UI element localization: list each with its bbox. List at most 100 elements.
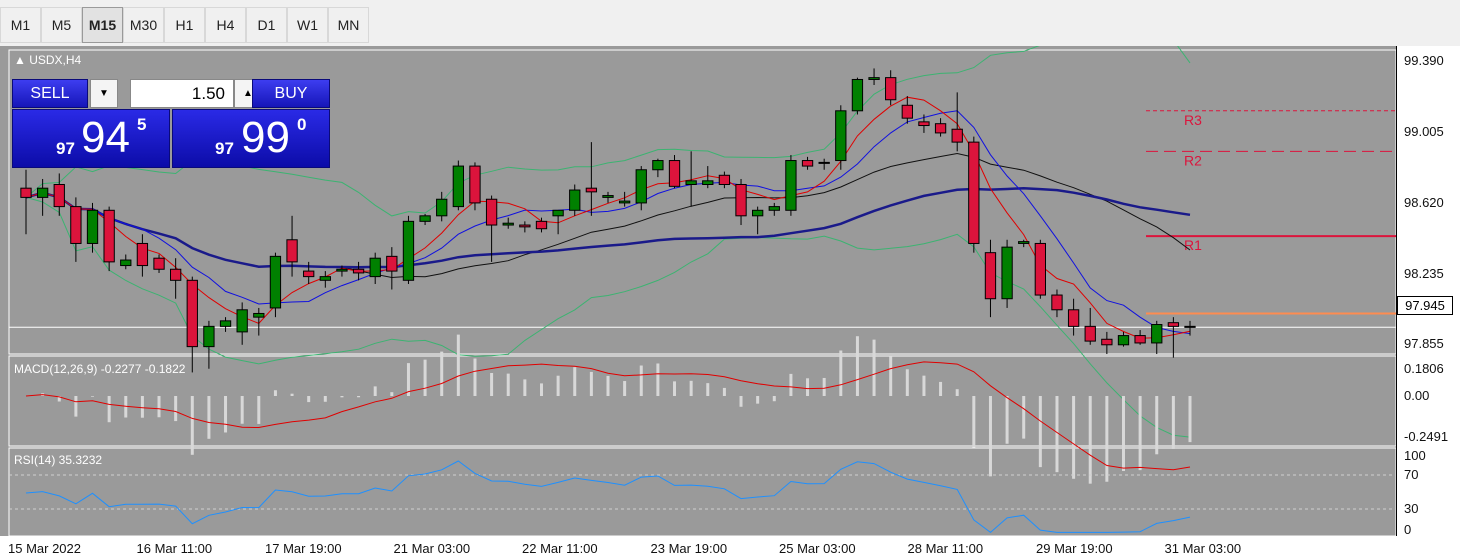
bear-candle bbox=[186, 279, 198, 348]
macd-histogram-bar bbox=[373, 386, 377, 396]
macd-histogram-bar bbox=[440, 351, 444, 396]
rsi-label: RSI(14) 35.3232 bbox=[14, 453, 103, 467]
macd-label: MACD(12,26,9) -0.2277 -0.1822 bbox=[14, 362, 186, 376]
bull-candle bbox=[652, 160, 664, 171]
macd-histogram-bar bbox=[772, 396, 776, 402]
pivot-label-r1: R1 bbox=[1184, 237, 1202, 253]
macd-histogram-bar bbox=[224, 396, 228, 433]
sell-button[interactable]: SELL bbox=[12, 79, 88, 108]
bear-candle bbox=[1084, 325, 1096, 342]
bull-candle bbox=[851, 78, 864, 112]
macd-tick: -0.2491 bbox=[1404, 429, 1449, 444]
rsi-tick: 30 bbox=[1404, 501, 1419, 516]
macd-histogram-bar bbox=[673, 381, 677, 396]
timeframe-w1[interactable]: W1 bbox=[287, 7, 328, 43]
timeframe-toolbar: M1 M5 M15 M30 H1 H4 D1 W1 MN bbox=[0, 0, 1460, 47]
timeframe-m30[interactable]: M30 bbox=[123, 7, 164, 43]
timeframe-mn[interactable]: MN bbox=[328, 7, 369, 43]
bull-candle bbox=[835, 110, 847, 162]
macd-histogram-bar bbox=[257, 396, 261, 424]
macd-histogram-bar bbox=[1038, 396, 1042, 468]
macd-histogram-bar bbox=[1022, 396, 1026, 439]
bull-candle bbox=[569, 189, 581, 211]
time-tick: 23 Mar 19:00 bbox=[650, 541, 728, 556]
timeframe-m1[interactable]: M1 bbox=[0, 7, 41, 43]
bear-candle bbox=[1167, 322, 1180, 327]
macd-histogram-bar bbox=[889, 356, 893, 396]
bull-candle bbox=[502, 222, 514, 226]
time-tick: 15 Mar 2022 bbox=[8, 541, 81, 556]
ma-black-line bbox=[25, 152, 1191, 279]
bull-candle bbox=[702, 180, 714, 185]
macd-histogram-bar bbox=[240, 396, 244, 424]
bear-candle bbox=[885, 77, 897, 101]
price-tick: 99.390 bbox=[1404, 53, 1444, 69]
macd-histogram-bar bbox=[523, 379, 527, 396]
bull-candle bbox=[618, 200, 631, 204]
bull-candle bbox=[752, 209, 764, 217]
timeframe-d1[interactable]: D1 bbox=[246, 7, 287, 43]
bull-candle bbox=[818, 161, 830, 164]
lot-size-input[interactable]: 1.50 bbox=[130, 79, 234, 108]
bear-candle bbox=[801, 160, 814, 167]
timeframe-m5[interactable]: M5 bbox=[41, 7, 82, 43]
macd-histogram-bar bbox=[473, 358, 477, 396]
bull-candle bbox=[120, 259, 132, 267]
bull-candle bbox=[253, 312, 265, 318]
bear-candle bbox=[352, 268, 365, 274]
bull-candle bbox=[785, 160, 797, 211]
pivot-label-r3: R3 bbox=[1184, 112, 1202, 128]
macd-histogram-bar bbox=[273, 390, 277, 396]
timeframe-h1[interactable]: H1 bbox=[164, 7, 205, 43]
bear-candle bbox=[519, 224, 531, 228]
macd-histogram-bar bbox=[357, 396, 361, 398]
rsi-tick: 0 bbox=[1404, 522, 1412, 537]
bear-candle bbox=[103, 209, 115, 263]
time-tick: 25 Mar 03:00 bbox=[779, 541, 856, 556]
rsi-line bbox=[25, 460, 1191, 534]
buy-price-box[interactable]: 97 99 0 bbox=[172, 109, 330, 168]
bull-candle bbox=[1018, 241, 1030, 244]
macd-histogram-bar bbox=[556, 375, 560, 396]
macd-histogram-bar bbox=[756, 396, 760, 404]
bear-candle bbox=[153, 257, 165, 270]
timeframe-h4[interactable]: H4 bbox=[205, 7, 246, 43]
macd-histogram-bar bbox=[988, 396, 992, 477]
price-tick: 98.235 bbox=[1404, 265, 1444, 281]
macd-panel-border bbox=[8, 355, 1396, 447]
macd-histogram-bar bbox=[839, 350, 843, 396]
macd-histogram-bar bbox=[639, 365, 643, 396]
macd-histogram-bar bbox=[539, 383, 543, 396]
bear-candle bbox=[1067, 309, 1080, 327]
bear-candle bbox=[20, 187, 32, 198]
bear-candle bbox=[1051, 294, 1063, 311]
macd-histogram-bar bbox=[722, 387, 726, 396]
bull-candle bbox=[336, 268, 348, 272]
time-tick: 31 Mar 03:00 bbox=[1164, 541, 1242, 556]
bull-candle bbox=[36, 187, 49, 198]
one-click-trading-panel: SELL ▼ 1.50 ▲ BUY 97 94 5 97 99 0 bbox=[12, 78, 330, 168]
bull-candle bbox=[1001, 246, 1013, 300]
bull-candle bbox=[452, 165, 464, 208]
bear-candle bbox=[1034, 242, 1046, 296]
timeframe-m15[interactable]: M15 bbox=[82, 7, 123, 43]
bull-candle bbox=[236, 309, 248, 333]
buy-button[interactable]: BUY bbox=[252, 79, 330, 108]
macd-histogram-bar bbox=[1121, 396, 1125, 472]
bear-candle bbox=[53, 183, 65, 208]
lot-decrease-button[interactable]: ▼ bbox=[90, 79, 118, 108]
sell-price-box[interactable]: 97 94 5 bbox=[12, 109, 170, 168]
macd-histogram-bar bbox=[506, 373, 510, 396]
bull-candle bbox=[602, 195, 614, 198]
bull-candle bbox=[635, 169, 647, 204]
macd-histogram-bar bbox=[789, 373, 793, 396]
price-tick: 98.620 bbox=[1404, 194, 1444, 210]
bear-candle bbox=[1134, 335, 1146, 344]
macd-histogram-bar bbox=[606, 375, 610, 396]
bear-candle bbox=[1101, 338, 1113, 346]
macd-histogram-bar bbox=[872, 339, 876, 396]
macd-histogram-bar bbox=[140, 396, 144, 418]
pivot-label-r2: R2 bbox=[1184, 152, 1202, 168]
rsi-panel-border bbox=[8, 447, 1396, 536]
macd-histogram-bar bbox=[74, 396, 78, 417]
